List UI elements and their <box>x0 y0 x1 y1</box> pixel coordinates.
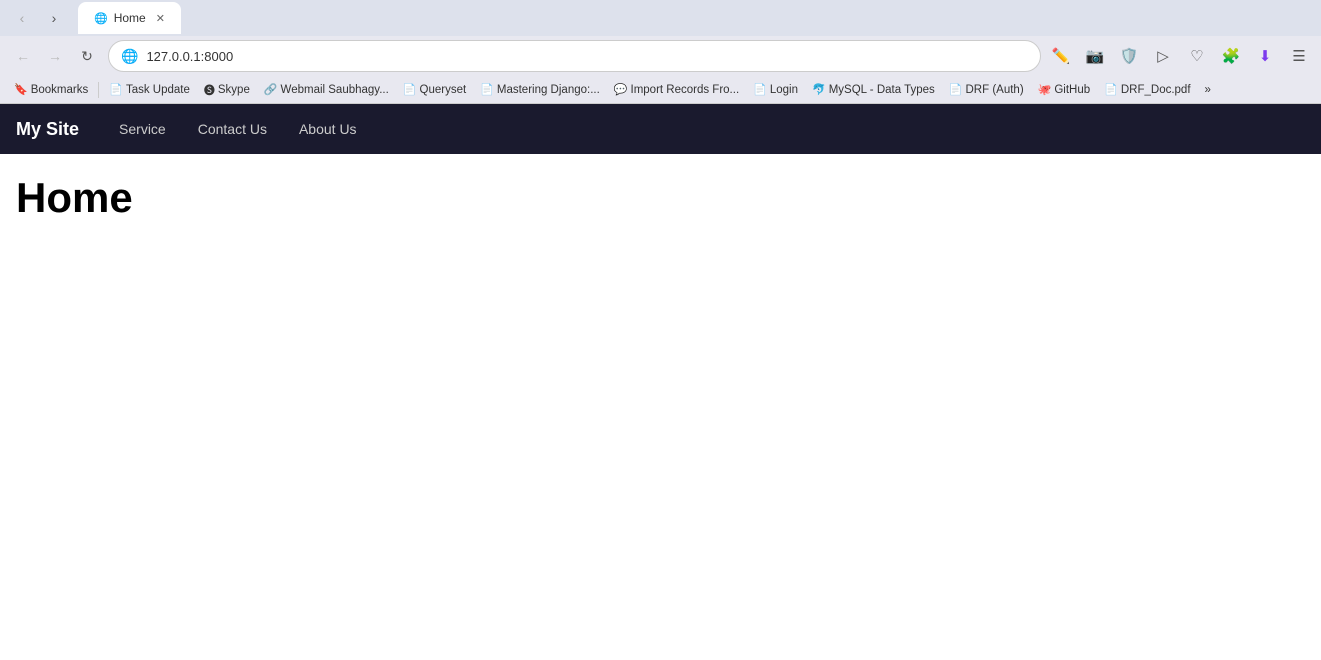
bookmarks-icon: 🔖 <box>14 83 28 96</box>
github-icon: 🐙 <box>1038 83 1052 96</box>
tab-close-icon[interactable]: ✕ <box>156 12 165 25</box>
tab-bar: ‹ › 🌐 Home ✕ <box>0 0 1321 36</box>
queryset-icon: 📄 <box>403 83 417 96</box>
login-icon: 📄 <box>753 83 767 96</box>
play-icon[interactable]: ▷ <box>1149 42 1177 70</box>
bookmark-webmail-label: Webmail Saubhagy... <box>281 84 389 96</box>
task-update-icon: 📄 <box>109 83 123 96</box>
download-icon[interactable]: ⬇ <box>1251 42 1279 70</box>
bookmark-import-records[interactable]: 💬 Import Records Fro... <box>608 81 745 98</box>
bookmark-queryset[interactable]: 📄 Queryset <box>397 81 472 98</box>
nav-link-contact[interactable]: Contact Us <box>182 104 283 154</box>
address-bar-row: ← → ↻ 🌐 127.0.0.1:8000 ✏️ 📷 🛡️ ▷ ♡ 🧩 ⬇ ☰ <box>0 36 1321 76</box>
new-tab-forward-btn[interactable]: › <box>40 4 68 32</box>
drf-doc-icon: 📄 <box>1104 83 1118 96</box>
site-nav: My Site Service Contact Us About Us <box>0 104 1321 154</box>
forward-button[interactable]: → <box>40 41 70 71</box>
bookmark-separator-1 <box>98 82 99 98</box>
mysql-icon: 🐬 <box>812 83 826 96</box>
address-bar[interactable]: 🌐 127.0.0.1:8000 <box>108 40 1041 72</box>
site-logo[interactable]: My Site <box>16 119 79 140</box>
screenshot-icon[interactable]: ✏️ <box>1047 42 1075 70</box>
mastering-django-icon: 📄 <box>480 83 494 96</box>
drf-auth-icon: 📄 <box>949 83 963 96</box>
main-content: Home <box>0 154 1321 654</box>
bookmark-mysql[interactable]: 🐬 MySQL - Data Types <box>806 81 941 98</box>
reload-button[interactable]: ↻ <box>72 41 102 71</box>
address-nav-controls: ← → ↻ <box>8 41 102 71</box>
toolbar-icons: ✏️ 📷 🛡️ ▷ ♡ 🧩 ⬇ ☰ <box>1047 42 1313 70</box>
nav-link-service[interactable]: Service <box>103 104 182 154</box>
shield-icon[interactable]: 🛡️ <box>1115 42 1143 70</box>
bookmark-drf-doc-label: DRF_Doc.pdf <box>1121 84 1191 96</box>
bookmarks-bar: 🔖 Bookmarks 📄 Task Update 🅢 Skype 🔗 Webm… <box>0 76 1321 104</box>
bookmark-skype-label: Skype <box>218 84 250 96</box>
heart-icon[interactable]: ♡ <box>1183 42 1211 70</box>
bookmark-drf-doc[interactable]: 📄 DRF_Doc.pdf <box>1098 81 1196 98</box>
bookmark-queryset-label: Queryset <box>420 84 467 96</box>
tab-title: Home <box>114 11 146 25</box>
webmail-icon: 🔗 <box>264 83 278 96</box>
tab-favicon-icon: 🌐 <box>94 12 108 25</box>
import-records-icon: 💬 <box>614 83 628 96</box>
bookmark-webmail[interactable]: 🔗 Webmail Saubhagy... <box>258 81 395 98</box>
bookmark-github-label: GitHub <box>1054 84 1090 96</box>
active-tab[interactable]: 🌐 Home ✕ <box>78 2 181 34</box>
bookmark-skype[interactable]: 🅢 Skype <box>198 80 256 100</box>
address-text: 127.0.0.1:8000 <box>146 49 1028 64</box>
globe-icon: 🌐 <box>121 48 138 65</box>
camera-icon[interactable]: 📷 <box>1081 42 1109 70</box>
browser-chrome: ‹ › 🌐 Home ✕ ← → ↻ 🌐 127.0.0.1:8000 ✏️ 📷… <box>0 0 1321 654</box>
menu-icon[interactable]: ☰ <box>1285 42 1313 70</box>
bookmark-mastering-django[interactable]: 📄 Mastering Django:... <box>474 81 606 98</box>
bookmark-task-update[interactable]: 📄 Task Update <box>103 81 196 98</box>
bookmark-login[interactable]: 📄 Login <box>747 81 804 98</box>
bookmark-mysql-label: MySQL - Data Types <box>829 84 935 96</box>
bookmark-bookmarks-label: Bookmarks <box>31 84 89 96</box>
bookmark-drf-auth[interactable]: 📄 DRF (Auth) <box>943 81 1030 98</box>
skype-icon: 🅢 <box>204 82 215 98</box>
back-button[interactable]: ← <box>8 41 38 71</box>
tab-nav-controls: ‹ › <box>8 4 68 32</box>
bookmark-drf-auth-label: DRF (Auth) <box>966 84 1024 96</box>
puzzle-icon[interactable]: 🧩 <box>1217 42 1245 70</box>
bookmark-mastering-django-label: Mastering Django:... <box>497 84 600 96</box>
bookmark-task-update-label: Task Update <box>126 84 190 96</box>
bookmark-login-label: Login <box>770 84 798 96</box>
bookmark-more[interactable]: » <box>1199 82 1217 98</box>
bookmark-import-records-label: Import Records Fro... <box>631 84 740 96</box>
bookmark-more-label: » <box>1205 84 1211 96</box>
bookmark-github[interactable]: 🐙 GitHub <box>1032 81 1097 98</box>
new-tab-back-btn[interactable]: ‹ <box>8 4 36 32</box>
page-content: My Site Service Contact Us About Us Home <box>0 104 1321 654</box>
bookmark-bookmarks[interactable]: 🔖 Bookmarks <box>8 81 94 98</box>
nav-link-about[interactable]: About Us <box>283 104 373 154</box>
page-heading: Home <box>16 174 1305 222</box>
